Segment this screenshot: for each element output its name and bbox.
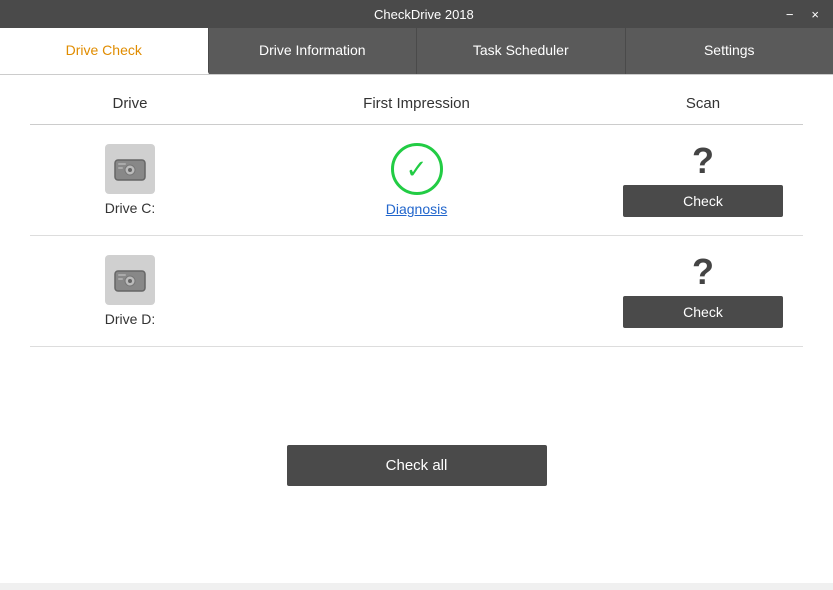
main-content: Drive First Impression Scan Drive C: ✓ D…: [0, 75, 833, 583]
diagnosis-link[interactable]: Diagnosis: [386, 201, 447, 217]
close-button[interactable]: ×: [805, 6, 825, 23]
col-header-impression: First Impression: [230, 95, 603, 112]
col-header-drive: Drive: [30, 95, 230, 112]
bottom-bar: Check all: [30, 347, 803, 583]
check-button-c[interactable]: Check: [623, 185, 783, 217]
drive-c-icon: [105, 144, 155, 194]
drive-c-cell: Drive C:: [30, 144, 230, 216]
drive-d-scan: ? Check: [603, 254, 803, 328]
app-title: CheckDrive 2018: [68, 7, 780, 22]
window-controls: − ×: [780, 6, 825, 23]
tab-settings[interactable]: Settings: [626, 28, 833, 74]
scan-unknown-icon-d: ?: [692, 254, 714, 290]
drive-d-label: Drive D:: [105, 311, 156, 327]
drive-c-label: Drive C:: [105, 200, 156, 216]
drive-d-icon: [105, 255, 155, 305]
impression-check-icon: ✓: [391, 143, 443, 195]
tab-task-scheduler[interactable]: Task Scheduler: [417, 28, 626, 74]
drive-row-c: Drive C: ✓ Diagnosis ? Check: [30, 125, 803, 236]
tab-drive-information[interactable]: Drive Information: [209, 28, 418, 74]
drive-c-impression: ✓ Diagnosis: [230, 143, 603, 217]
tab-bar: Drive Check Drive Information Task Sched…: [0, 28, 833, 75]
scan-unknown-icon-c: ?: [692, 143, 714, 179]
minimize-button[interactable]: −: [780, 6, 800, 23]
check-all-button[interactable]: Check all: [287, 445, 547, 486]
title-bar: CheckDrive 2018 − ×: [0, 0, 833, 28]
drive-c-scan: ? Check: [603, 143, 803, 217]
tab-drive-check[interactable]: Drive Check: [0, 28, 209, 74]
col-header-scan: Scan: [603, 95, 803, 112]
table-header: Drive First Impression Scan: [30, 75, 803, 125]
drive-row-d: Drive D: ? Check: [30, 236, 803, 347]
check-button-d[interactable]: Check: [623, 296, 783, 328]
drive-d-cell: Drive D:: [30, 255, 230, 327]
